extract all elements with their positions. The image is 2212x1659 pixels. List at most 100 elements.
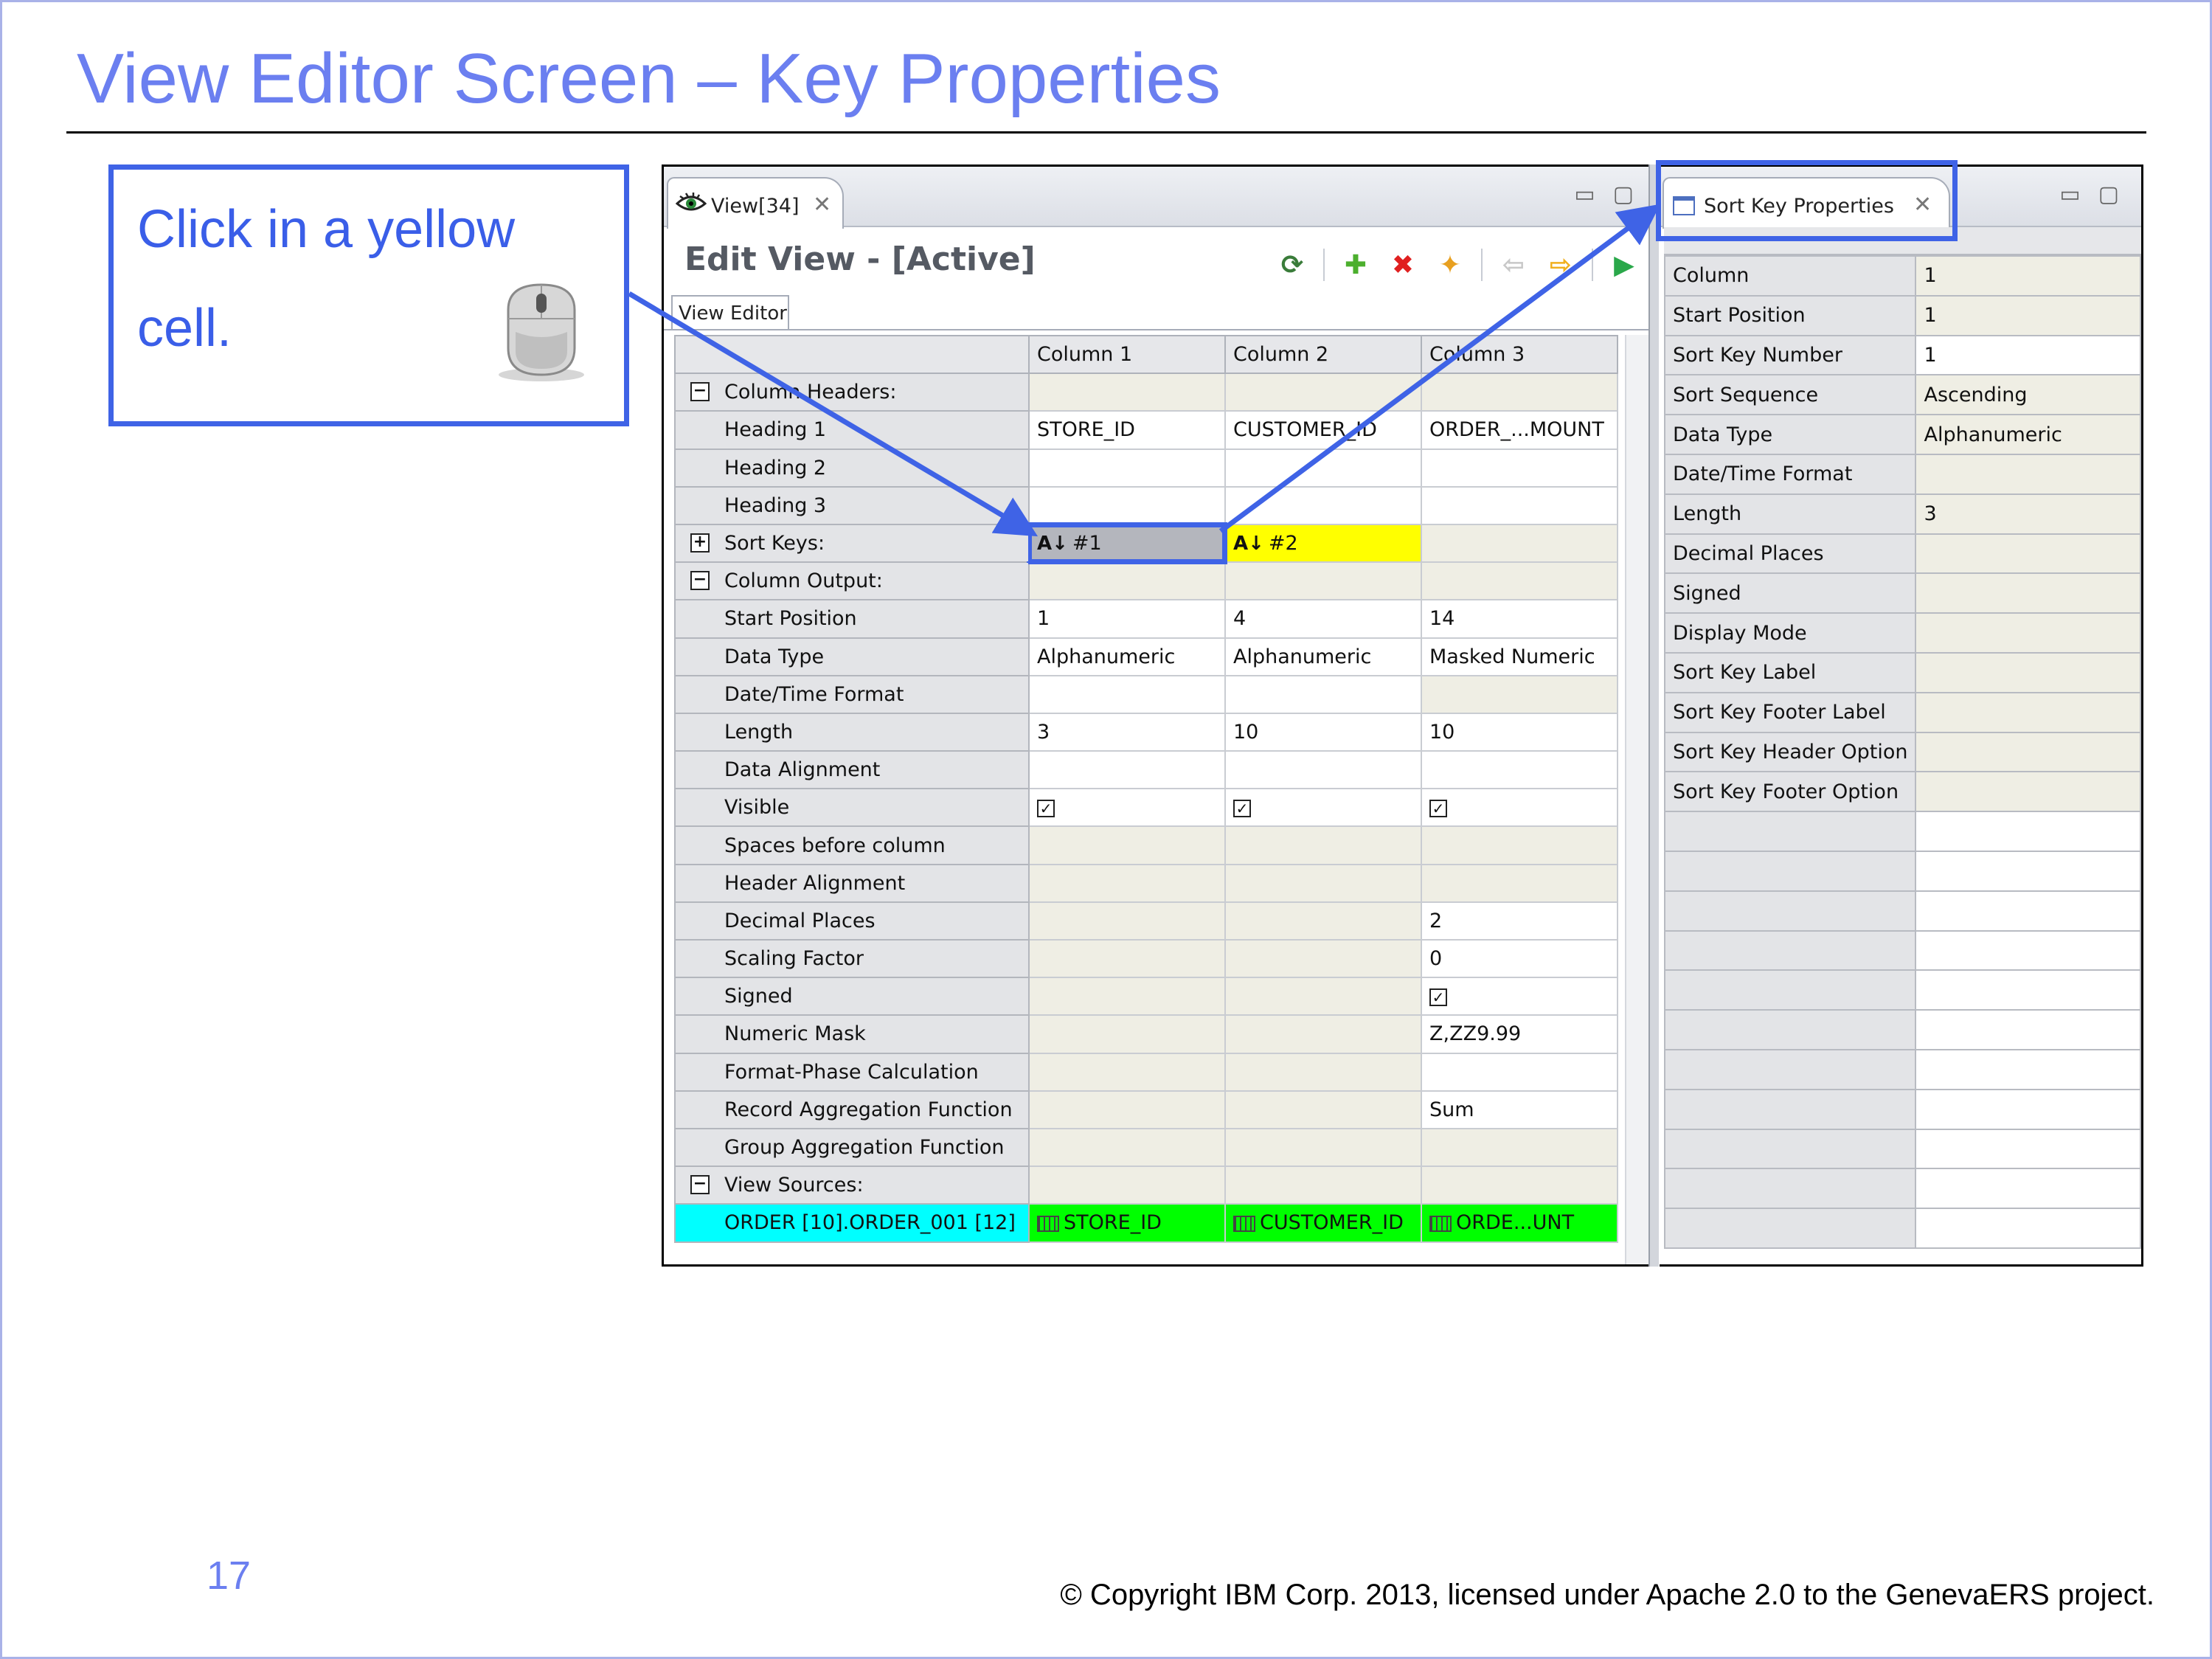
grid-cell[interactable] xyxy=(1421,674,1618,714)
grid-cell[interactable]: 14 xyxy=(1421,599,1618,639)
property-value[interactable]: 1 xyxy=(1915,294,2141,336)
minimize-maximize-icons[interactable]: ▭▢ xyxy=(2059,181,2137,207)
grid-cell[interactable] xyxy=(1028,825,1226,865)
signed-checkbox[interactable]: ✓ xyxy=(1429,988,1447,1007)
property-value[interactable]: Alphanumeric xyxy=(1915,414,2141,455)
grid-cell[interactable]: Masked Numeric xyxy=(1421,637,1618,676)
property-value[interactable] xyxy=(1915,612,2141,654)
grid-cell[interactable] xyxy=(1028,1127,1226,1168)
tab-view-34[interactable]: View[34] ✕ xyxy=(667,177,844,229)
property-value[interactable] xyxy=(1915,572,2141,614)
grid-cell[interactable] xyxy=(1028,977,1226,1016)
grid-cell[interactable] xyxy=(1421,373,1618,412)
grid-cell[interactable] xyxy=(1421,523,1618,564)
expand-icon[interactable]: + xyxy=(690,533,710,553)
grid-cell[interactable] xyxy=(1028,863,1226,903)
grid-cell[interactable]: ORDER_...MOUNT xyxy=(1421,410,1618,450)
grid-cell[interactable] xyxy=(1421,1127,1618,1168)
grid-cell[interactable] xyxy=(1421,750,1618,790)
grid-cell[interactable] xyxy=(1224,1090,1422,1129)
add-icon[interactable]: ✚ xyxy=(1339,249,1372,281)
grid-cell[interactable] xyxy=(1028,674,1226,714)
collapse-icon[interactable]: − xyxy=(690,382,710,402)
grid-cell[interactable] xyxy=(1421,825,1618,865)
source-field-cell[interactable]: ORDE...UNT xyxy=(1421,1203,1618,1243)
grid-cell[interactable] xyxy=(1028,561,1226,601)
grid-cell[interactable] xyxy=(1224,750,1422,790)
grid-cell[interactable] xyxy=(1028,1014,1226,1054)
grid-cell[interactable]: Alphanumeric xyxy=(1028,637,1226,676)
grid-cell[interactable] xyxy=(1224,448,1422,488)
visible-checkbox-3[interactable]: ✓ xyxy=(1429,800,1447,818)
grid-cell[interactable]: Alphanumeric xyxy=(1224,637,1422,676)
grid-cell[interactable] xyxy=(1224,825,1422,865)
property-value[interactable]: Ascending xyxy=(1915,374,2141,416)
grid-cell[interactable]: 10 xyxy=(1224,712,1422,752)
grid-cell[interactable]: 0 xyxy=(1421,938,1618,979)
grid-cell[interactable] xyxy=(1224,1014,1422,1054)
grid-cell[interactable] xyxy=(1028,1166,1226,1205)
grid-cell[interactable]: Sum xyxy=(1421,1090,1618,1129)
grid-cell[interactable] xyxy=(1224,901,1422,941)
sort-key-cell-1[interactable]: A↓ #1 xyxy=(1027,522,1227,565)
collapse-icon[interactable]: − xyxy=(690,1175,710,1195)
grid-cell[interactable] xyxy=(1028,938,1226,979)
run-icon[interactable]: ▶ xyxy=(1608,249,1640,281)
view-source-label[interactable]: ORDER [10].ORDER_001 [12] xyxy=(674,1203,1030,1243)
grid-cell[interactable] xyxy=(1224,1166,1422,1205)
visible-checkbox-2[interactable]: ✓ xyxy=(1233,800,1251,818)
column-header-3[interactable]: Column 3 xyxy=(1421,334,1618,375)
grid-cell[interactable] xyxy=(1224,485,1422,525)
grid-cell[interactable] xyxy=(1421,561,1618,601)
grid-cell[interactable] xyxy=(1028,901,1226,941)
grid-cell[interactable] xyxy=(1224,863,1422,903)
grid-cell[interactable] xyxy=(1421,448,1618,488)
column-header-2[interactable]: Column 2 xyxy=(1224,334,1422,375)
grid-cell[interactable] xyxy=(1224,1127,1422,1168)
grid-cell[interactable] xyxy=(1421,1052,1618,1092)
grid-cell[interactable]: 1 xyxy=(1028,599,1226,639)
group-column-headers[interactable]: − Column Headers: xyxy=(674,373,1030,412)
grid-cell[interactable] xyxy=(1421,863,1618,903)
move-left-icon[interactable]: ⇦ xyxy=(1497,249,1530,281)
grid-cell[interactable] xyxy=(1028,373,1226,412)
grid-cell[interactable] xyxy=(1421,485,1618,525)
tab-view-editor[interactable]: View Editor xyxy=(671,295,789,330)
group-sort-keys[interactable]: + Sort Keys: xyxy=(674,523,1030,564)
grid-cell[interactable] xyxy=(1421,1166,1618,1205)
property-value[interactable] xyxy=(1915,651,2141,693)
property-value[interactable] xyxy=(1915,771,2141,813)
grid-cell[interactable] xyxy=(1028,1052,1226,1092)
pane-splitter[interactable] xyxy=(1648,164,1659,1267)
vertical-scrollbar[interactable] xyxy=(1625,335,1650,1264)
grid-cell[interactable] xyxy=(1028,448,1226,488)
grid-cell[interactable] xyxy=(1224,1052,1422,1092)
source-field-cell[interactable]: CUSTOMER_ID xyxy=(1224,1203,1422,1243)
grid-cell[interactable] xyxy=(1028,485,1226,525)
grid-cell[interactable] xyxy=(1224,561,1422,601)
grid-cell[interactable] xyxy=(1224,373,1422,412)
move-right-icon[interactable]: ⇨ xyxy=(1544,249,1577,281)
property-value[interactable]: 1 xyxy=(1915,255,2141,297)
visible-checkbox-1[interactable]: ✓ xyxy=(1037,800,1055,818)
grid-cell[interactable] xyxy=(1028,750,1226,790)
sort-key-cell-2[interactable]: A↓ #2 xyxy=(1224,523,1422,564)
property-value[interactable] xyxy=(1915,691,2141,733)
property-value[interactable] xyxy=(1915,453,2141,495)
grid-cell[interactable]: 3 xyxy=(1028,712,1226,752)
grid-cell[interactable]: STORE_ID xyxy=(1028,410,1226,450)
grid-cell[interactable]: CUSTOMER_ID xyxy=(1224,410,1422,450)
grid-cell[interactable]: 2 xyxy=(1421,901,1618,941)
group-view-sources[interactable]: − View Sources: xyxy=(674,1166,1030,1205)
insert-before-icon[interactable]: ✦ xyxy=(1434,249,1466,281)
property-value[interactable]: 3 xyxy=(1915,493,2141,535)
grid-cell[interactable] xyxy=(1028,1090,1226,1129)
property-value[interactable]: 1 xyxy=(1915,334,2141,376)
refresh-icon[interactable]: ⟳ xyxy=(1276,249,1308,281)
grid-cell[interactable] xyxy=(1224,674,1422,714)
grid-cell[interactable] xyxy=(1224,938,1422,979)
delete-icon[interactable]: ✖ xyxy=(1387,249,1419,281)
group-column-output[interactable]: − Column Output: xyxy=(674,561,1030,601)
grid-cell[interactable]: 4 xyxy=(1224,599,1422,639)
grid-cell[interactable]: Z,ZZ9.99 xyxy=(1421,1014,1618,1054)
